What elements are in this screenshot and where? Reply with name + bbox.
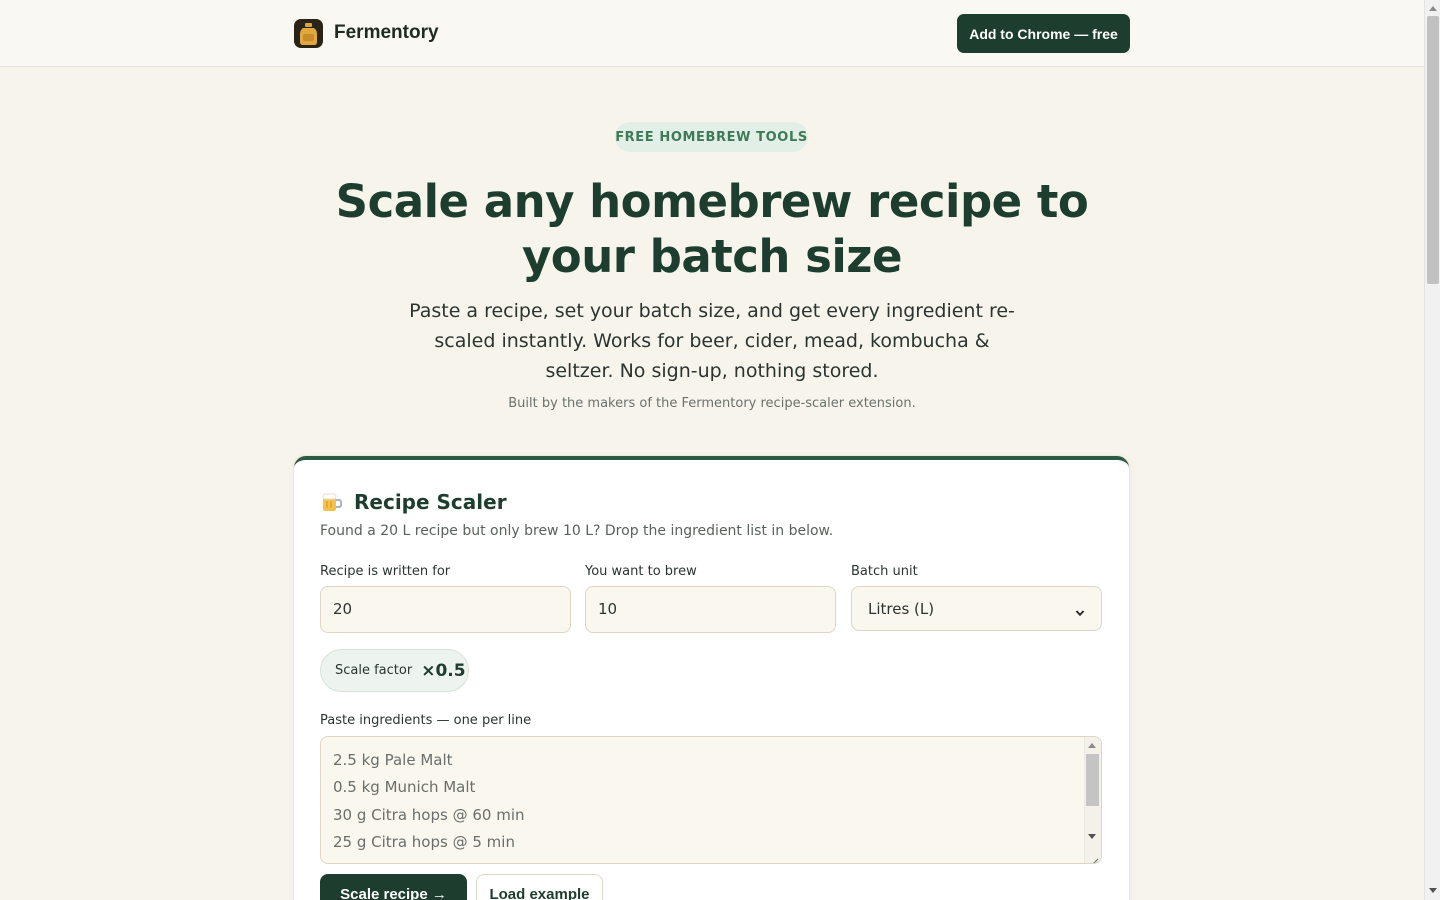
beer-mug-icon [320, 490, 344, 514]
page-scroll-up-arrow-icon[interactable] [1429, 6, 1437, 11]
want-to-brew-label: You want to brew [585, 564, 697, 579]
textarea-scrollbar[interactable] [1084, 737, 1101, 863]
ingredient-line: 30 g Citra hops @ 60 min [333, 805, 525, 824]
scroll-down-arrow-icon[interactable] [1088, 834, 1096, 839]
scale-factor-value: ×0.5 [421, 660, 466, 681]
ingredients-label: Paste ingredients — one per line [320, 713, 532, 728]
page-scrollbar-thumb[interactable] [1427, 16, 1439, 284]
page-scrollbar[interactable] [1424, 0, 1440, 900]
page-viewport: Fermentory Add to Chrome — free FREE HOM… [0, 0, 1424, 900]
scale-factor-badge: Scale factor ×0.5 [320, 649, 469, 692]
card-description: Found a 20 L recipe but only brew 10 L? … [320, 523, 834, 539]
ingredient-line: 2.5 kg Pale Malt [333, 751, 453, 769]
top-navigation-bar: Fermentory Add to Chrome — free [0, 0, 1424, 67]
card-header: Recipe Scaler [320, 490, 507, 514]
recipe-scaler-card: Recipe Scaler Found a 20 L recipe but on… [294, 456, 1129, 900]
chevron-down-icon [1075, 604, 1085, 616]
written-for-label: Recipe is written for [320, 564, 451, 579]
ingredient-line: 0.5 kg Munich Malt [333, 778, 476, 797]
hero-subtitle: Paste a recipe, set your batch size, and… [409, 300, 1015, 382]
page-scroll-down-arrow-icon[interactable] [1429, 888, 1437, 893]
resize-grip-icon[interactable] [1089, 851, 1099, 863]
ingredients-lines: 2.5 kg Pale Malt 0.5 kg Munich Malt 30 g… [333, 747, 525, 856]
ingredients-textarea[interactable]: 2.5 kg Pale Malt 0.5 kg Munich Malt 30 g… [320, 736, 1102, 864]
load-example-button[interactable]: Load example [476, 874, 603, 900]
brand-name: Fermentory [334, 22, 439, 43]
batch-unit-label: Batch unit [851, 564, 918, 579]
written-for-input[interactable]: 20 [320, 586, 571, 633]
category-pill: FREE HOMEBREW TOOLS [615, 122, 808, 152]
batch-unit-selected-value: Litres (L) [868, 599, 935, 618]
scale-factor-label: Scale factor [335, 663, 413, 678]
scale-recipe-button[interactable]: Scale recipe → [320, 874, 467, 900]
page-title: Scale any homebrew recipe to your batch … [335, 175, 1089, 283]
batch-unit-select[interactable]: Litres (L) [851, 586, 1102, 631]
ingredient-line: 25 g Citra hops @ 5 min [333, 832, 515, 851]
textarea-scrollbar-thumb[interactable] [1086, 754, 1099, 806]
scroll-up-arrow-icon[interactable] [1088, 743, 1096, 748]
fermenter-jug-logo-icon [294, 18, 323, 48]
want-to-brew-input[interactable]: 10 [585, 586, 836, 633]
hero-note: Built by the makers of the Fermentory re… [508, 396, 916, 411]
card-title: Recipe Scaler [354, 490, 507, 514]
brand[interactable]: Fermentory [294, 18, 439, 48]
add-to-chrome-button[interactable]: Add to Chrome — free [957, 14, 1130, 53]
